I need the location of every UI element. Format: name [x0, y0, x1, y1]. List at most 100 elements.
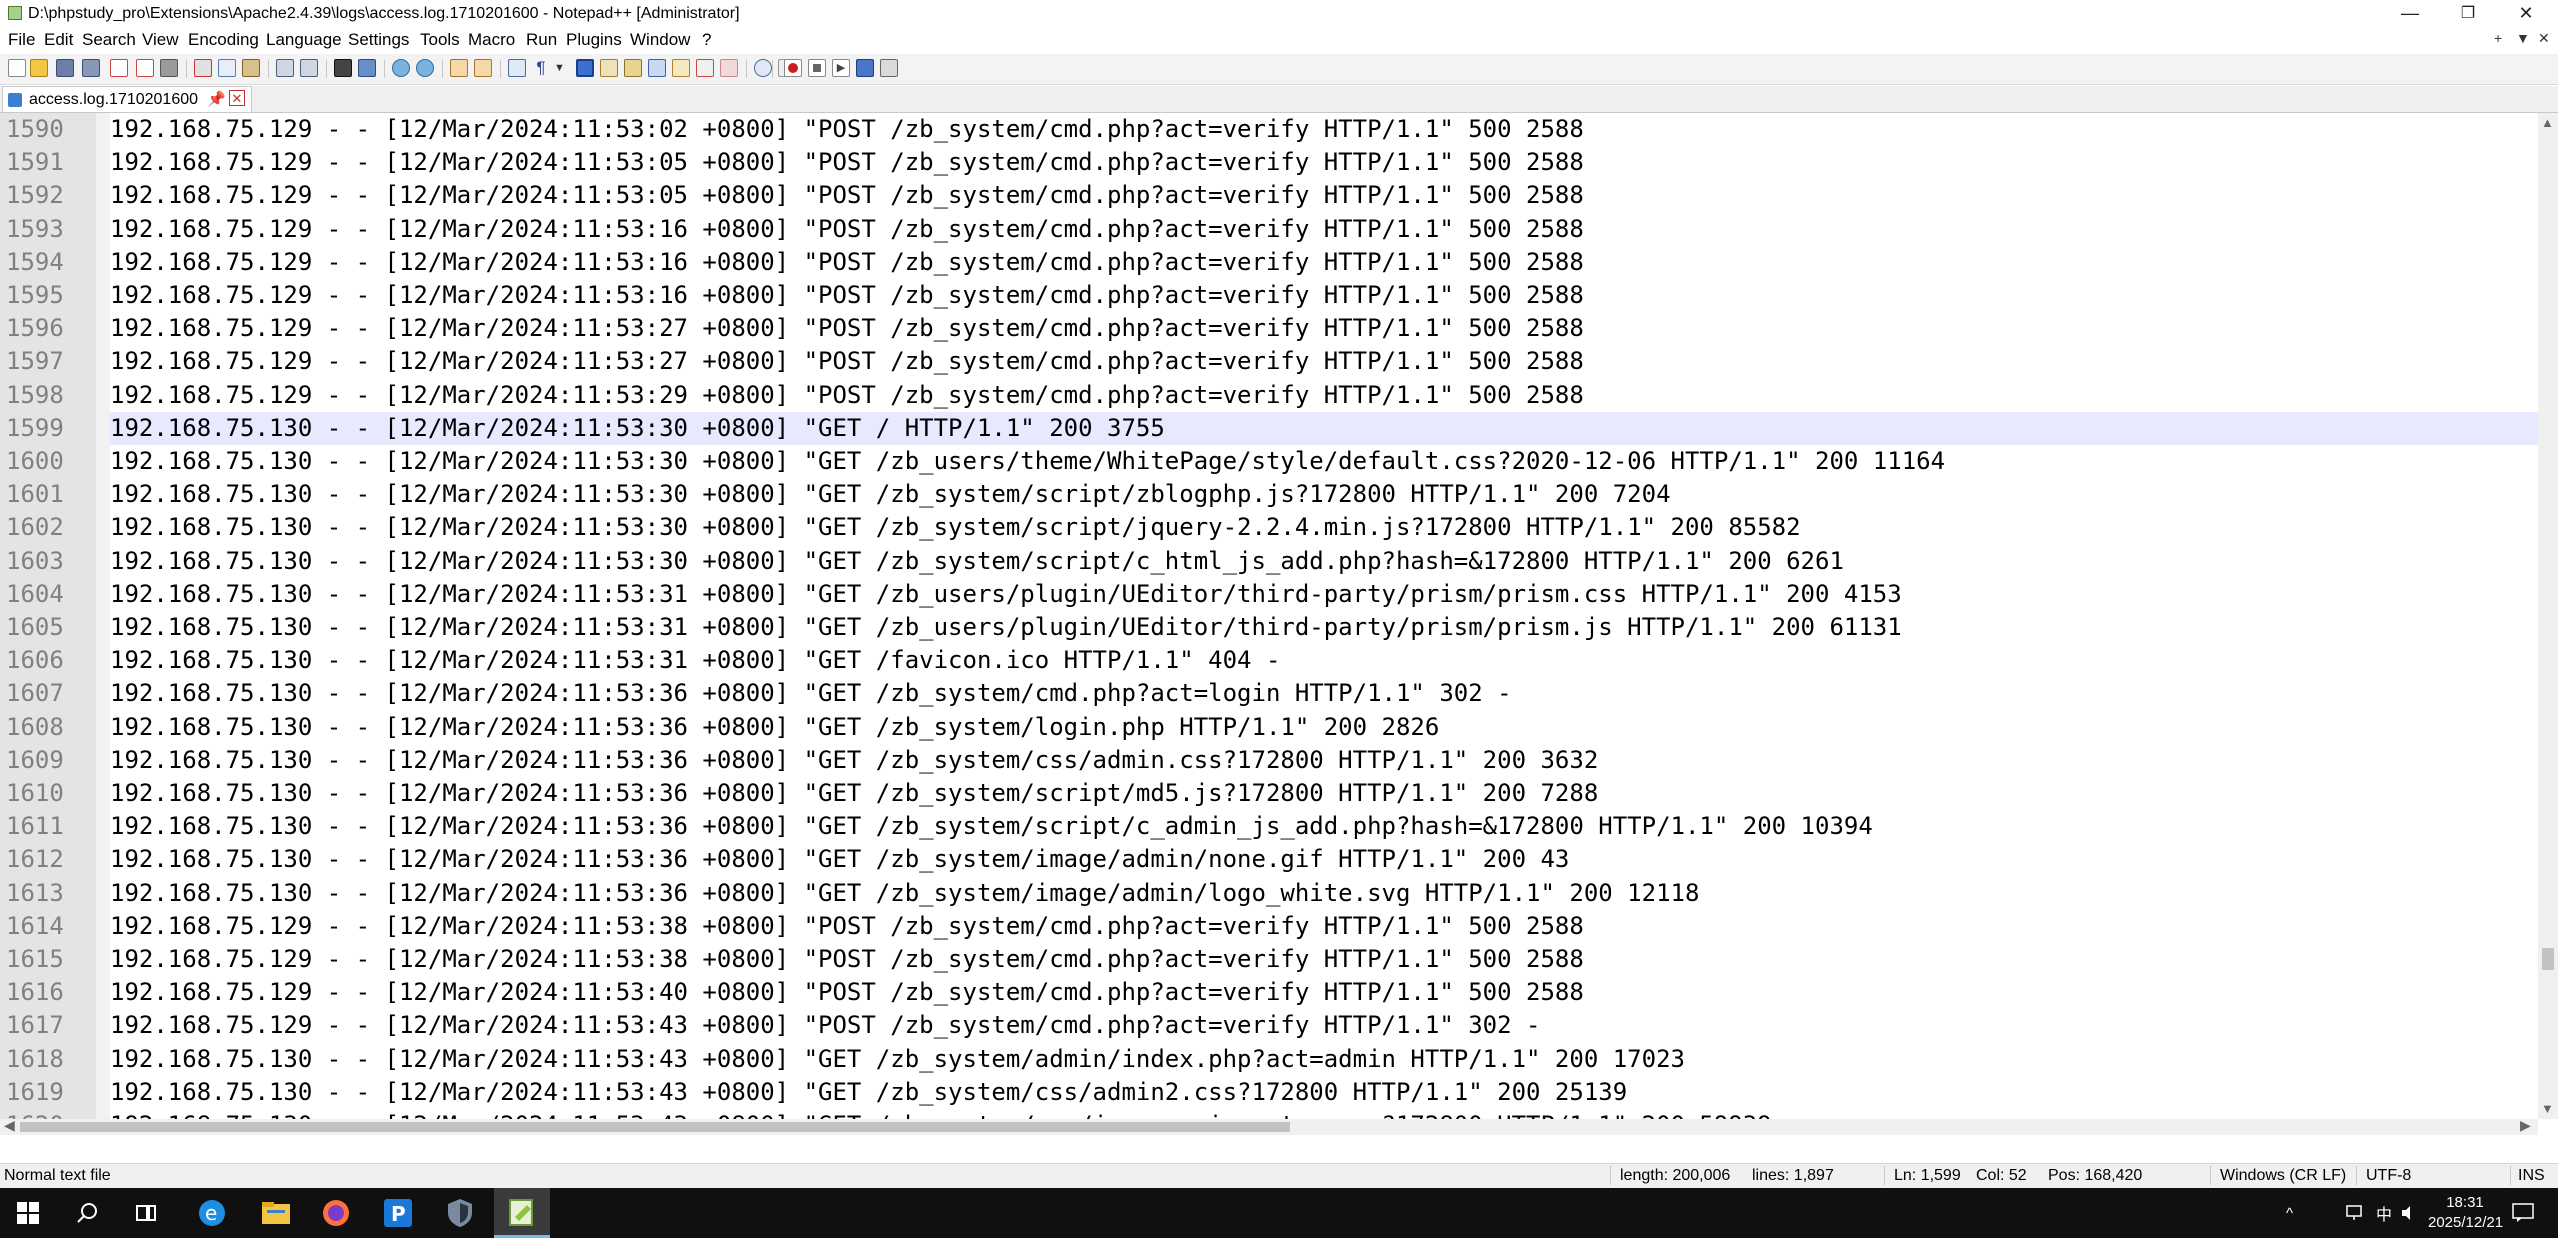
menu-language[interactable]: Language — [266, 30, 342, 50]
line-text[interactable]: 192.168.75.129 - - [12/Mar/2024:11:53:38… — [110, 943, 2538, 976]
redo-icon[interactable] — [300, 59, 318, 77]
menu-settings[interactable]: Settings — [348, 30, 409, 50]
editor-line[interactable]: 1615 192.168.75.129 - - [12/Mar/2024:11:5… — [0, 943, 2538, 976]
new-tab-icon[interactable]: + — [2494, 30, 2502, 46]
file-explorer-icon[interactable] — [248, 1188, 304, 1238]
taskbar-clock[interactable]: 18:31 2025/12/21 — [2428, 1193, 2503, 1233]
horizontal-scrollbar[interactable]: ◀ ▶ — [0, 1117, 2538, 1135]
status-col[interactable]: Col: 52 — [1976, 1167, 2027, 1185]
horizontal-scroll-thumb[interactable] — [20, 1122, 1290, 1132]
zoom-in-icon[interactable] — [392, 59, 410, 77]
save-icon[interactable] — [56, 59, 74, 77]
menu-run[interactable]: Run — [526, 30, 557, 50]
spellcheck-icon[interactable] — [720, 59, 738, 77]
search-icon[interactable] — [60, 1188, 116, 1238]
line-text[interactable]: 192.168.75.129 - - [12/Mar/2024:11:53:43… — [110, 1009, 2538, 1042]
tab-close-icon[interactable]: ✕ — [229, 90, 245, 106]
menu-plugins[interactable]: Plugins — [566, 30, 622, 50]
editor-line[interactable]: 1619 192.168.75.130 - - [12/Mar/2024:11:5… — [0, 1076, 2538, 1109]
cut-icon[interactable] — [194, 59, 212, 77]
close-all-icon[interactable] — [136, 59, 154, 77]
status-pos[interactable]: Pos: 168,420 — [2048, 1167, 2142, 1185]
zoom-out-icon[interactable] — [416, 59, 434, 77]
line-text[interactable]: 192.168.75.129 - - [12/Mar/2024:11:53:05… — [110, 179, 2538, 212]
line-text[interactable]: 192.168.75.130 - - [12/Mar/2024:11:53:36… — [110, 744, 2538, 777]
line-text[interactable]: 192.168.75.129 - - [12/Mar/2024:11:53:16… — [110, 279, 2538, 312]
editor-line[interactable]: 1609 192.168.75.130 - - [12/Mar/2024:11:5… — [0, 744, 2538, 777]
line-text[interactable]: 192.168.75.130 - - [12/Mar/2024:11:53:43… — [110, 1076, 2538, 1109]
security-icon[interactable] — [432, 1188, 488, 1238]
new-file-icon[interactable] — [8, 59, 26, 77]
editor-line[interactable]: 1602 192.168.75.130 - - [12/Mar/2024:11:5… — [0, 511, 2538, 544]
all-chars-dropdown-icon[interactable]: ▼ — [554, 59, 572, 77]
tab-list-icon[interactable]: ▼ — [2516, 30, 2530, 46]
save-macro-icon[interactable] — [880, 59, 898, 77]
menu-encoding[interactable]: Encoding — [188, 30, 259, 50]
save-all-icon[interactable] — [82, 59, 100, 77]
line-text[interactable]: 192.168.75.129 - - [12/Mar/2024:11:53:16… — [110, 246, 2538, 279]
editor-line[interactable]: 1601 192.168.75.130 - - [12/Mar/2024:11:5… — [0, 478, 2538, 511]
close-window-button[interactable]: ✕ — [2498, 0, 2554, 26]
line-text[interactable]: 192.168.75.130 - - [12/Mar/2024:11:53:30… — [110, 478, 2538, 511]
line-text[interactable]: 192.168.75.130 - - [12/Mar/2024:11:53:36… — [110, 877, 2538, 910]
view-eye-icon[interactable] — [754, 59, 772, 77]
close-doc-icon[interactable]: ✕ — [2538, 30, 2550, 47]
line-text[interactable]: 192.168.75.130 - - [12/Mar/2024:11:53:31… — [110, 578, 2538, 611]
menu-view[interactable]: View — [142, 30, 179, 50]
editor-line[interactable]: 1618 192.168.75.130 - - [12/Mar/2024:11:5… — [0, 1043, 2538, 1076]
word-wrap-icon[interactable] — [508, 59, 526, 77]
line-text[interactable]: 192.168.75.130 - - [12/Mar/2024:11:53:30… — [110, 412, 2538, 445]
doc-map-icon[interactable] — [624, 59, 642, 77]
replace-icon[interactable] — [358, 59, 376, 77]
line-text[interactable]: 192.168.75.130 - - [12/Mar/2024:11:53:36… — [110, 777, 2538, 810]
line-text[interactable]: 192.168.75.130 - - [12/Mar/2024:11:53:31… — [110, 611, 2538, 644]
scroll-up-icon[interactable]: ▲ — [2541, 115, 2554, 130]
scroll-down-icon[interactable]: ▼ — [2541, 1101, 2554, 1116]
phpstudy-icon[interactable]: P — [370, 1188, 426, 1238]
find-icon[interactable] — [334, 59, 352, 77]
volume-icon[interactable] — [2400, 1188, 2418, 1238]
tab-access-log[interactable]: access.log.1710201600 📌 ✕ — [2, 86, 252, 112]
editor-line[interactable]: 1611 192.168.75.130 - - [12/Mar/2024:11:5… — [0, 810, 2538, 843]
status-eol[interactable]: Windows (CR LF) — [2220, 1167, 2346, 1185]
edge-icon[interactable]: e — [184, 1188, 240, 1238]
paste-icon[interactable] — [242, 59, 260, 77]
scroll-left-icon[interactable]: ◀ — [4, 1117, 15, 1134]
status-ln[interactable]: Ln: 1,599 — [1894, 1167, 1961, 1185]
line-text[interactable]: 192.168.75.129 - - [12/Mar/2024:11:53:38… — [110, 910, 2538, 943]
notification-icon[interactable] — [2512, 1188, 2534, 1238]
run-macro-multiple-icon[interactable] — [856, 59, 874, 77]
scroll-right-icon[interactable]: ▶ — [2520, 1117, 2531, 1134]
play-macro-icon[interactable]: ▶ — [832, 59, 850, 77]
line-text[interactable]: 192.168.75.129 - - [12/Mar/2024:11:53:02… — [110, 113, 2538, 146]
maximize-button[interactable]: ❐ — [2440, 0, 2496, 26]
editor-line[interactable]: 1593 192.168.75.129 - - [12/Mar/2024:11:5… — [0, 213, 2538, 246]
menu-window[interactable]: Window — [630, 30, 690, 50]
editor-line[interactable]: 1620192.168.75.130 - - [12/Mar/2024:11:5… — [0, 1109, 2538, 1119]
folder-workspace-icon[interactable] — [672, 59, 690, 77]
editor-area[interactable]: 1590 192.168.75.129 - - [12/Mar/2024:11:5… — [0, 113, 2558, 1135]
editor-line[interactable]: 1616 192.168.75.129 - - [12/Mar/2024:11:5… — [0, 976, 2538, 1009]
line-text[interactable]: 192.168.75.130 - - [12/Mar/2024:11:53:36… — [110, 843, 2538, 876]
line-text[interactable]: 192.168.75.130 - - [12/Mar/2024:11:53:36… — [110, 711, 2538, 744]
menu-search[interactable]: Search — [82, 30, 136, 50]
editor-line[interactable]: 1614 192.168.75.129 - - [12/Mar/2024:11:5… — [0, 910, 2538, 943]
line-text[interactable]: 192.168.75.130 - - [12/Mar/2024:11:53:43… — [110, 1109, 2538, 1119]
line-text[interactable]: 192.168.75.129 - - [12/Mar/2024:11:53:16… — [110, 213, 2538, 246]
copy-icon[interactable] — [218, 59, 236, 77]
vertical-scrollbar[interactable]: ▲ ▼ — [2538, 113, 2558, 1119]
monitor-icon[interactable] — [696, 59, 714, 77]
line-text[interactable]: 192.168.75.129 - - [12/Mar/2024:11:53:40… — [110, 976, 2538, 1009]
open-file-icon[interactable] — [30, 59, 48, 77]
vertical-scroll-thumb[interactable] — [2542, 948, 2554, 970]
menu-edit[interactable]: Edit — [44, 30, 73, 50]
editor-line[interactable]: 1613 192.168.75.130 - - [12/Mar/2024:11:5… — [0, 877, 2538, 910]
record-macro-icon[interactable] — [784, 59, 802, 77]
sync-h-icon[interactable] — [474, 59, 492, 77]
menu-macro[interactable]: Macro — [468, 30, 515, 50]
sync-v-icon[interactable] — [450, 59, 468, 77]
print-icon[interactable] — [160, 59, 178, 77]
line-text[interactable]: 192.168.75.130 - - [12/Mar/2024:11:53:30… — [110, 545, 2538, 578]
function-list-icon[interactable] — [648, 59, 666, 77]
editor-line[interactable]: 1594 192.168.75.129 - - [12/Mar/2024:11:5… — [0, 246, 2538, 279]
